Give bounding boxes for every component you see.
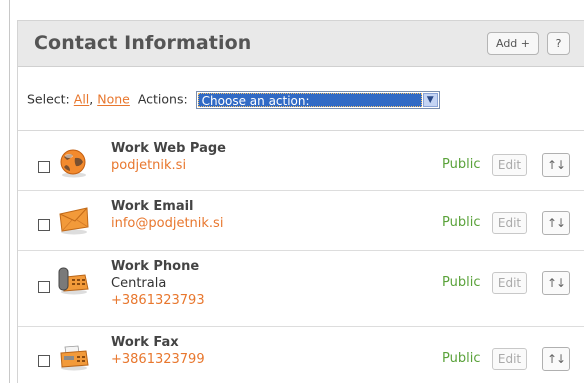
item-value: +3861323799 <box>111 352 205 367</box>
list-item: Work Phone Centrala +3861323793 Public E… <box>18 251 584 327</box>
visibility-label[interactable]: Public <box>442 215 480 230</box>
add-button[interactable]: Add + <box>487 32 539 55</box>
list-item: Work Fax +3861323799 Public Edit ↑↓ <box>18 327 584 387</box>
item-name: Work Web Page <box>111 141 226 156</box>
edit-button[interactable]: Edit <box>492 348 527 370</box>
reorder-button[interactable]: ↑↓ <box>542 271 570 295</box>
item-name: Work Phone <box>111 259 200 274</box>
list-item: Work Email info@podjetnik.si Public Edit… <box>18 191 584 251</box>
panel-title: Contact Information <box>34 32 252 54</box>
item-value: +3861323793 <box>111 293 205 308</box>
select-label: Select: <box>27 91 70 107</box>
actions-dropdown-value: Choose an action: <box>197 93 422 108</box>
item-name: Work Fax <box>111 335 179 350</box>
item-checkbox[interactable] <box>38 161 50 173</box>
chevron-down-icon[interactable]: ▼ <box>422 93 438 107</box>
item-value: podjetnik.si <box>111 158 187 173</box>
help-button[interactable]: ? <box>547 32 570 55</box>
visibility-label[interactable]: Public <box>442 157 480 172</box>
item-checkbox[interactable] <box>38 355 50 367</box>
list-item: Work Web Page podjetnik.si Public Edit ↑… <box>18 131 584 191</box>
edit-button[interactable]: Edit <box>492 272 527 294</box>
item-name: Work Email <box>111 199 194 214</box>
reorder-button[interactable]: ↑↓ <box>542 211 570 235</box>
visibility-label[interactable]: Public <box>442 275 480 290</box>
edit-button[interactable]: Edit <box>492 212 527 234</box>
visibility-label[interactable]: Public <box>442 351 480 366</box>
item-label: Centrala <box>111 276 167 291</box>
select-none-link[interactable]: None <box>97 92 130 107</box>
select-all-link[interactable]: All <box>74 92 90 107</box>
phone-icon <box>58 267 89 295</box>
contact-information-panel: Contact Information Add + ? Select: All,… <box>17 20 584 383</box>
item-checkbox[interactable] <box>38 281 50 293</box>
select-separator: , <box>89 91 94 107</box>
envelope-icon <box>59 207 89 235</box>
globe-icon <box>60 149 86 178</box>
panel-header: Contact Information Add + ? <box>18 21 584 67</box>
item-value: info@podjetnik.si <box>111 216 224 231</box>
actions-label: Actions: <box>137 91 188 107</box>
fax-icon <box>60 345 89 371</box>
select-actions-bar: Select: All, None Actions: Choose an act… <box>18 67 584 131</box>
actions-dropdown[interactable]: Choose an action: ▼ <box>195 91 440 109</box>
reorder-button[interactable]: ↑↓ <box>542 347 570 371</box>
left-divider <box>9 0 10 383</box>
reorder-button[interactable]: ↑↓ <box>542 153 570 177</box>
item-checkbox[interactable] <box>38 219 50 231</box>
edit-button[interactable]: Edit <box>492 154 527 176</box>
